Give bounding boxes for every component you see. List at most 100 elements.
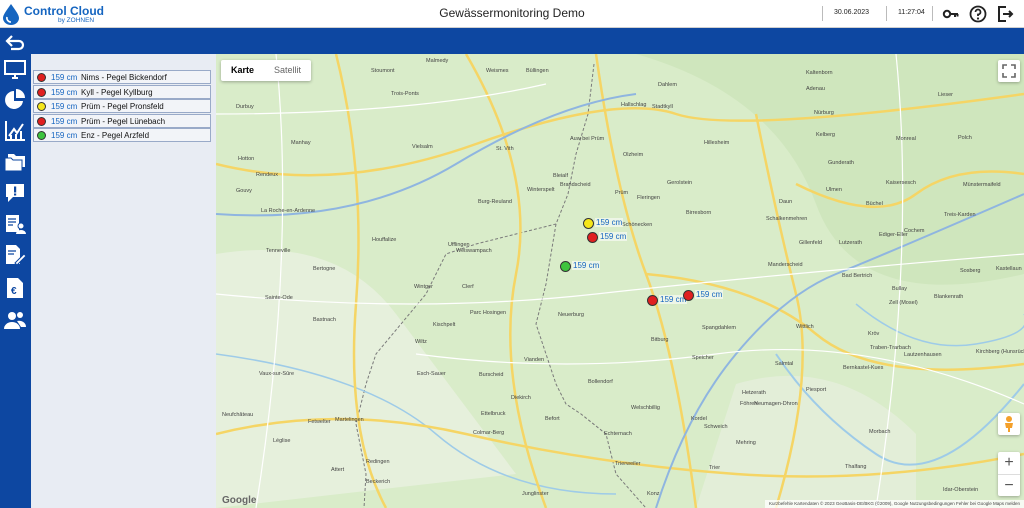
- help-icon[interactable]: [969, 5, 987, 23]
- map[interactable]: Karte Satellit Malmedy Weismes Büllingen Da…: [216, 54, 1024, 508]
- place-label: Redingen: [366, 459, 390, 465]
- list-item[interactable]: 159 cm Nims - Pegel Bickendorf: [33, 70, 211, 84]
- place-label: Bad Bertrich: [842, 273, 873, 279]
- divider: [822, 6, 823, 21]
- place-label: Ulmen: [826, 187, 842, 193]
- map-background: [216, 54, 1024, 508]
- zoom-control: + −: [998, 452, 1020, 496]
- station-value: 159 cm: [51, 101, 78, 111]
- marker-label: 159 cm: [595, 218, 624, 227]
- place-label: Sainte-Ode: [265, 295, 293, 301]
- zoom-out-button[interactable]: −: [998, 474, 1020, 496]
- place-label: Blankenrath: [934, 294, 964, 300]
- place-label: Neuerburg: [558, 312, 584, 318]
- status-dot: [37, 101, 46, 111]
- divider: [932, 6, 933, 21]
- fullscreen-button[interactable]: [998, 60, 1020, 82]
- list-item[interactable]: 159 cm Prüm - Pegel Pronsfeld: [33, 99, 211, 113]
- place-label: Tenneville: [266, 248, 291, 254]
- place-label: Bullay: [892, 286, 907, 292]
- pie-chart-icon[interactable]: [3, 88, 27, 112]
- map-marker[interactable]: [560, 261, 571, 272]
- back-arrow-icon[interactable]: [3, 30, 27, 54]
- place-label: Speicher: [692, 355, 714, 361]
- place-label: Martelingen: [335, 417, 364, 423]
- place-label: Schweich: [704, 424, 728, 430]
- place-label: Colmar-Berg: [473, 430, 505, 436]
- place-label: Welschbillig: [631, 405, 660, 411]
- place-label: Kordel: [691, 416, 707, 422]
- place-label: Lutzerath: [839, 240, 862, 246]
- map-marker[interactable]: [647, 295, 658, 306]
- place-label: Kelberg: [816, 132, 835, 138]
- list-item[interactable]: 159 cm Prüm - Pegel Lünebach: [33, 114, 211, 128]
- place-label: Piesport: [806, 387, 827, 393]
- station-name: Prüm - Pegel Pronsfeld: [81, 101, 164, 111]
- place-label: Hallschlag: [621, 102, 647, 108]
- map-marker[interactable]: [583, 218, 594, 229]
- place-label: Stadtkyll: [652, 104, 673, 110]
- zoom-in-button[interactable]: +: [998, 452, 1020, 474]
- place-label: Stoumont: [371, 68, 395, 74]
- folders-icon[interactable]: [3, 150, 27, 174]
- place-label: Gerolstein: [667, 180, 693, 186]
- place-label: Kaltenborn: [806, 70, 833, 76]
- users-icon[interactable]: [3, 308, 27, 332]
- status-dot: [37, 87, 46, 97]
- place-label: Manhay: [291, 140, 311, 146]
- place-label: Lautzenhausen: [904, 352, 942, 358]
- place-label: Bernkastel-Kues: [843, 365, 884, 371]
- place-label: Thalfang: [845, 464, 867, 470]
- status-dot: [37, 116, 46, 126]
- key-icon[interactable]: [942, 5, 960, 23]
- edit-document-icon[interactable]: [3, 243, 27, 267]
- place-label: Gunderath: [828, 160, 854, 166]
- place-label: Hetzerath: [742, 390, 766, 396]
- place-label: Münstermaifeld: [963, 182, 1001, 188]
- place-label: Trier: [709, 465, 721, 471]
- monitor-icon[interactable]: [3, 57, 27, 81]
- place-label: Malmedy: [426, 58, 449, 64]
- map-marker[interactable]: [587, 232, 598, 243]
- place-label: Dahlem: [658, 82, 677, 88]
- map-attribution[interactable]: Kurzbefehle Kartendaten © 2023 GeoBasis-…: [764, 500, 1024, 508]
- divider: [886, 6, 887, 21]
- station-value: 159 cm: [51, 116, 78, 126]
- station-name: Enz - Pegel Arzfeld: [81, 130, 150, 140]
- place-label: Salmtal: [775, 361, 794, 367]
- place-label: Birresborn: [686, 210, 712, 216]
- marker-label: 159 cm: [695, 290, 724, 299]
- line-chart-icon[interactable]: [3, 119, 27, 143]
- map-marker[interactable]: [683, 290, 694, 301]
- list-item[interactable]: 159 cm Kyll - Pegel Kyllburg: [33, 85, 211, 99]
- place-label: Neufchâteau: [222, 412, 254, 418]
- street-view-button[interactable]: [998, 413, 1020, 435]
- place-label: Bitburg: [651, 337, 669, 343]
- place-label: Wintger: [414, 284, 433, 290]
- place-label: Sosberg: [960, 268, 981, 274]
- pegman-icon: [1005, 416, 1013, 432]
- station-value: 159 cm: [51, 72, 78, 82]
- place-label: Konz: [647, 491, 660, 497]
- place-label: Kischpelt: [433, 322, 456, 328]
- place-label: Hillesheim: [704, 140, 730, 146]
- report-user-icon[interactable]: [3, 212, 27, 236]
- place-label: La Roche-en-Ardenne: [261, 208, 316, 214]
- place-label: Büllingen: [526, 68, 549, 74]
- station-name: Nims - Pegel Bickendorf: [81, 72, 167, 82]
- tab-satellite[interactable]: Satellit: [264, 60, 311, 81]
- place-label: Lieser: [938, 92, 953, 98]
- place-label: Fleringen: [637, 195, 660, 201]
- place-label: Mehring: [736, 440, 756, 446]
- list-item[interactable]: 159 cm Enz - Pegel Arzfeld: [33, 128, 211, 142]
- place-label: Bertogne: [313, 266, 336, 272]
- document-euro-icon[interactable]: €: [3, 276, 27, 300]
- tab-map[interactable]: Karte: [221, 60, 264, 81]
- alert-icon[interactable]: [3, 181, 27, 205]
- place-label: Manderscheid: [768, 262, 803, 268]
- place-label: Bastnach: [313, 317, 336, 323]
- station-value: 159 cm: [51, 87, 78, 97]
- place-label: Rendeux: [256, 172, 279, 178]
- place-label: Büchel: [866, 201, 883, 207]
- logout-icon[interactable]: [996, 5, 1014, 23]
